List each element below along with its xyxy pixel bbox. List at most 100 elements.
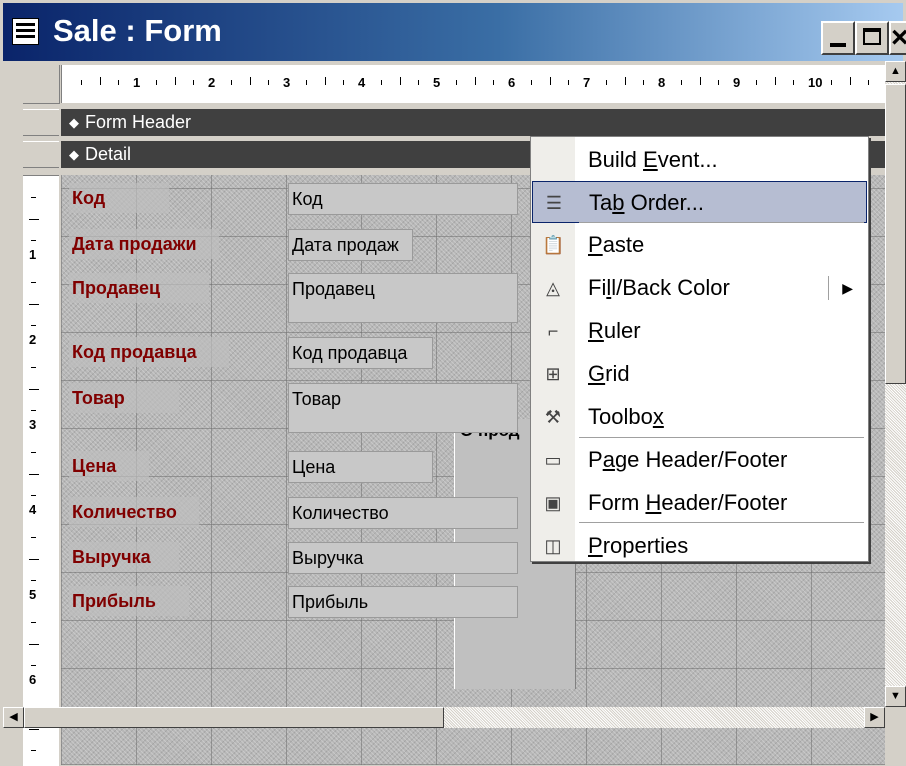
ruler-number: 4 (358, 75, 366, 90)
menu-item-fill-color[interactable]: ◬ Fill/Back Color ▶ (532, 267, 867, 309)
ruler-tick (755, 80, 757, 85)
field-textbox[interactable]: Продавец (288, 273, 518, 323)
field-textbox[interactable]: Дата продаж (288, 229, 413, 261)
ruler-tick (29, 218, 39, 220)
ruler-number: 6 (29, 672, 37, 687)
ruler-tick (29, 473, 39, 475)
ruler-number: 6 (508, 75, 516, 90)
ruler-tick (31, 579, 36, 581)
ruler-tick (31, 239, 36, 241)
menu-separator (579, 222, 864, 223)
field-textbox[interactable]: Код (288, 183, 518, 215)
field-label[interactable]: Код продавца (69, 337, 229, 367)
menu-item-page-header[interactable]: ▭ Page Header/Footer (532, 439, 867, 481)
ruler-tick (324, 77, 326, 85)
menu-item-properties[interactable]: ◫ Properties (532, 525, 867, 567)
ruler-tick (29, 558, 39, 560)
ruler-tick (868, 80, 870, 85)
ruler-tick (31, 749, 36, 751)
maximize-icon (863, 28, 881, 45)
horizontal-ruler[interactable]: 1 2 3 4 5 6 7 8 9 10 (61, 65, 886, 103)
ruler-tick (31, 367, 36, 369)
paste-icon: 📋 (542, 235, 565, 255)
close-button[interactable]: × (889, 21, 906, 55)
maximize-button[interactable] (855, 21, 889, 55)
section-arrow-icon: ◆ (69, 115, 79, 130)
field-label[interactable]: Продавец (69, 273, 209, 303)
form-header-bar[interactable]: ◆ Form Header (61, 109, 885, 136)
scroll-left-button[interactable]: ◀ (3, 707, 24, 728)
detail-label: Detail (85, 144, 132, 164)
field-textbox[interactable]: Цена (288, 451, 433, 483)
properties-icon: ◫ (544, 536, 562, 556)
grid-icon: ⊞ (545, 364, 561, 384)
menu-item-blank[interactable]: Build Event... (532, 139, 867, 181)
ruler-icon: ⌐ (547, 321, 559, 341)
menu-item-tab-order[interactable]: ☰ Tab Order... (532, 181, 867, 223)
ruler-number: 2 (208, 75, 216, 90)
ruler-tick (31, 409, 36, 411)
ruler-number: 1 (133, 75, 141, 90)
submenu-divider (828, 276, 829, 300)
field-textbox[interactable]: Код продавца (288, 337, 433, 369)
menu-item-label: Page Header/Footer (588, 447, 788, 472)
field-label[interactable]: Товар (69, 383, 179, 413)
menu-item-toolbox[interactable]: ⚒ Toolbox (532, 396, 867, 438)
ruler-tick (399, 77, 401, 85)
field-label[interactable]: Прибыль (69, 586, 189, 616)
ruler-number: 3 (283, 75, 291, 90)
field-textbox[interactable]: Количество (288, 497, 518, 529)
ruler-tick (474, 77, 476, 85)
menu-item-form-header[interactable]: ▣ Form Header/Footer (532, 482, 867, 524)
form-header-label: Form Header (85, 112, 192, 132)
scroll-right-button[interactable]: ▶ (864, 707, 885, 728)
ruler-tick (793, 80, 795, 85)
ruler-tick (31, 622, 36, 624)
field-textbox[interactable]: Выручка (288, 542, 518, 574)
ruler-tick (624, 77, 626, 85)
context-menu: Build Event... ☰ Tab Order... 📋 Paste ◬ Fill/B… (530, 136, 869, 562)
field-label[interactable]: Дата продажи (69, 229, 219, 259)
field-textbox[interactable]: Прибыль (288, 586, 518, 618)
ruler-corner[interactable] (23, 65, 60, 104)
ruler-tick (174, 77, 176, 85)
ruler-tick (230, 80, 232, 85)
ruler-tick (31, 452, 36, 454)
menu-item-grid[interactable]: ⊞ Grid (532, 353, 867, 395)
field-label[interactable]: Количество (69, 497, 199, 527)
horizontal-scrollbar[interactable]: ◀ ▶ (3, 707, 885, 728)
ruler-tick (418, 80, 420, 85)
ruler-tick (343, 80, 345, 85)
fill-color-icon: ◬ (546, 278, 560, 298)
ruler-tick (80, 80, 82, 85)
field-label[interactable]: Выручка (69, 542, 179, 572)
minimize-button[interactable] (821, 21, 855, 55)
field-label[interactable]: Цена (69, 451, 149, 481)
ruler-tick (680, 80, 682, 85)
form-header-icon: ▣ (544, 493, 562, 513)
detail-selector[interactable] (23, 141, 59, 168)
vertical-scrollbar[interactable]: ▲ ▼ (885, 61, 906, 707)
menu-item-paste[interactable]: 📋 Paste (532, 224, 867, 266)
ruler-tick (605, 80, 607, 85)
title-bar[interactable]: Sale : Form × (3, 3, 906, 61)
ruler-number: 8 (658, 75, 666, 90)
ruler-tick (380, 80, 382, 85)
form-icon[interactable] (12, 18, 39, 45)
form-header-selector[interactable] (23, 109, 59, 136)
field-textbox[interactable]: Товар (288, 383, 518, 433)
ruler-tick (193, 80, 195, 85)
ruler-number: 2 (29, 332, 37, 347)
form-window: Sale : Form × 1 2 3 4 5 6 7 8 9 10 ◆ Form Header … (0, 0, 906, 766)
ruler-tick (29, 303, 39, 305)
field-label[interactable]: Код (69, 183, 169, 213)
scroll-down-button[interactable]: ▼ (885, 686, 906, 707)
menu-item-label: Grid (588, 361, 630, 386)
menu-item-ruler[interactable]: ⌐ Ruler (532, 310, 867, 352)
horizontal-scroll-thumb[interactable] (24, 707, 444, 728)
vertical-scroll-thumb[interactable] (885, 84, 906, 384)
vertical-ruler[interactable]: 1 2 3 4 5 6 (23, 175, 59, 766)
ruler-tick (699, 77, 701, 85)
menu-item-label: Build Event... (588, 147, 718, 172)
scroll-up-button[interactable]: ▲ (885, 61, 906, 82)
